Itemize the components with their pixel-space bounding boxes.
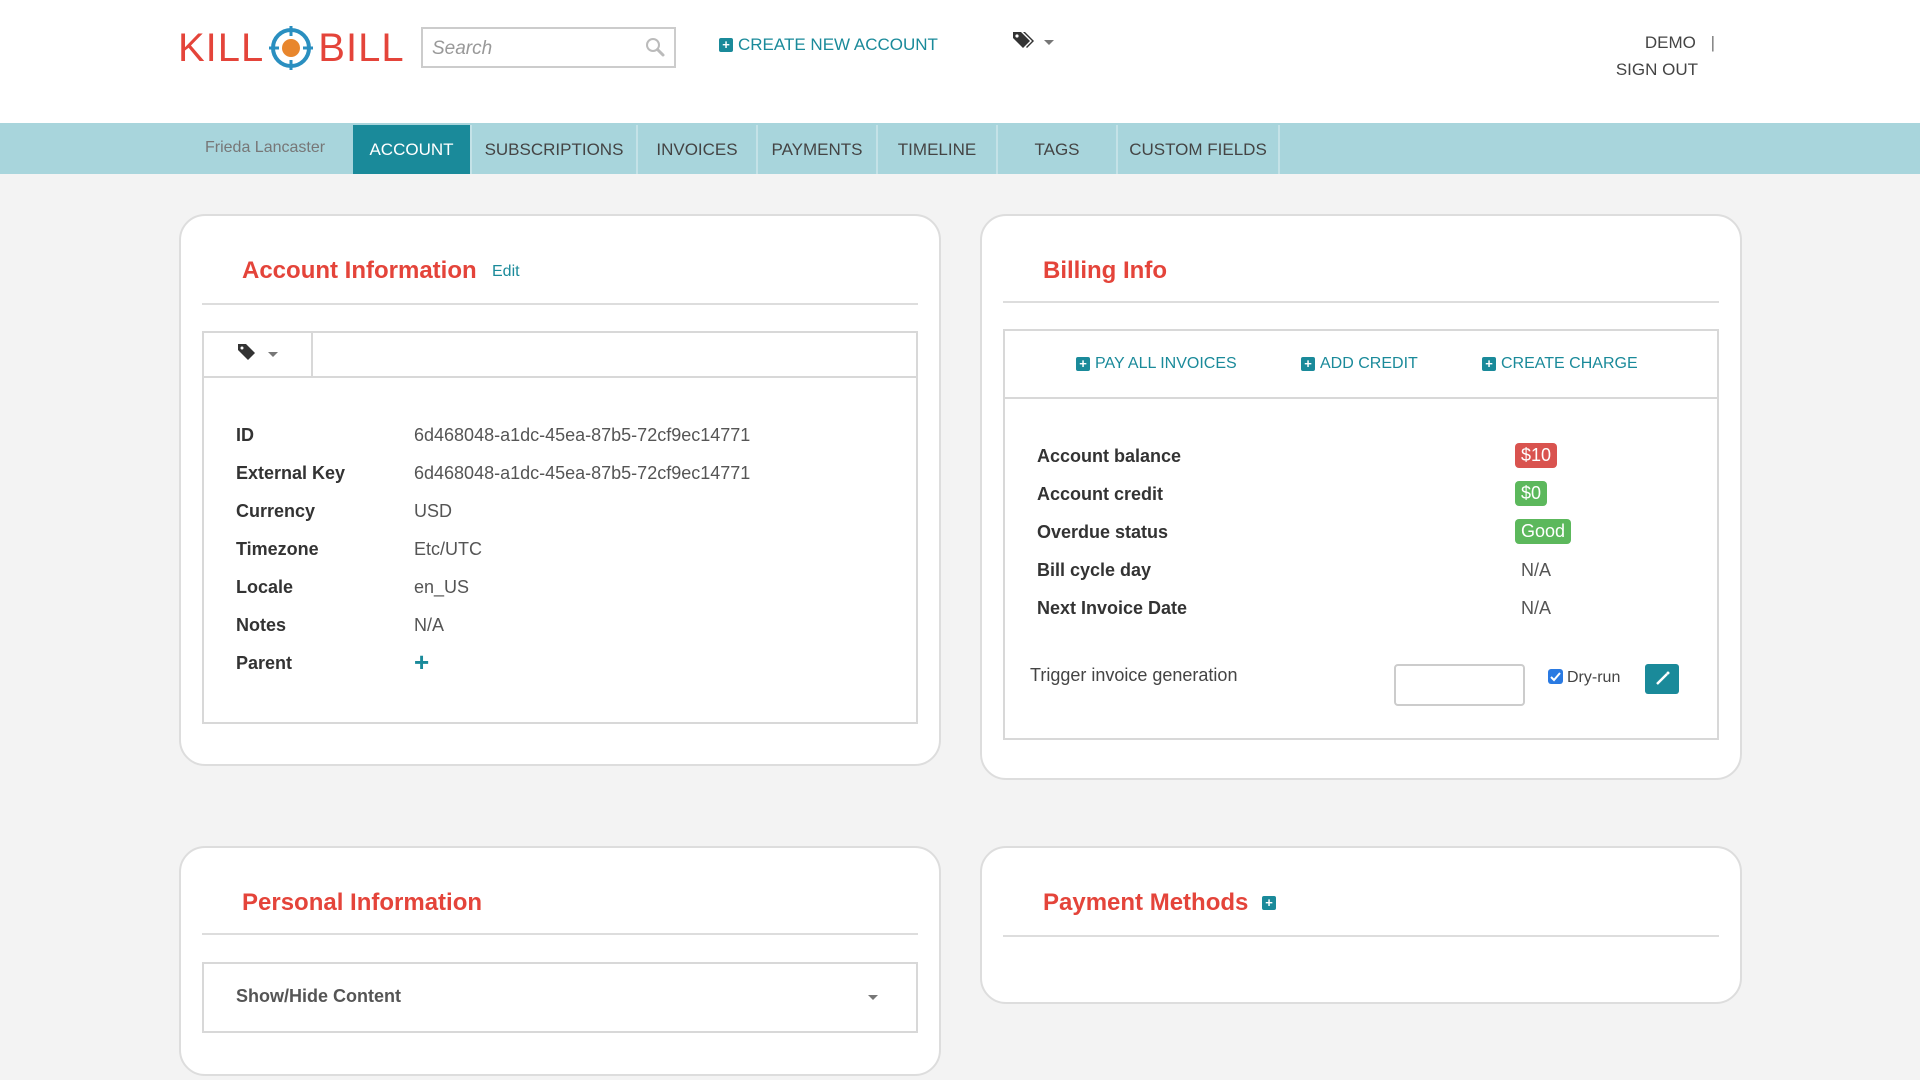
edit-account-link[interactable]: Edit (492, 263, 520, 281)
dry-run-label: Dry-run (1567, 669, 1621, 686)
tab-account[interactable]: ACCOUNT (353, 125, 472, 174)
account-credit-badge: $0 (1515, 481, 1548, 506)
sign-out-link[interactable]: SIGN OUT (1616, 60, 1698, 80)
overdue-status-label: Overdue status (1037, 522, 1169, 542)
next-invoice-date-value: N/A (1521, 598, 1552, 618)
magic-wand-icon (1654, 670, 1671, 692)
payment-methods-panel: Payment Methods + (980, 846, 1742, 1004)
show-hide-content-toggle[interactable]: Show/Hide Content (202, 962, 918, 1033)
plus-icon: + (1301, 357, 1315, 371)
account-information-title: Account Information (242, 257, 477, 284)
plus-icon: + (1076, 357, 1090, 371)
personal-information-panel: Personal Information Show/Hide Content (179, 846, 941, 1076)
pay-all-invoices-button[interactable]: + PAY ALL INVOICES (1076, 355, 1237, 373)
add-credit-button[interactable]: + ADD CREDIT (1301, 355, 1418, 373)
search-icon[interactable] (644, 36, 666, 58)
field-value-notes: N/A (414, 615, 445, 635)
tag-dropdown[interactable] (204, 333, 313, 376)
field-label-timezone: Timezone (236, 539, 319, 559)
tab-payments[interactable]: PAYMENTS (758, 125, 878, 174)
divider (202, 933, 918, 935)
account-nav-bar: Frieda Lancaster ACCOUNT SUBSCRIPTIONS I… (0, 123, 1920, 174)
field-label-currency: Currency (236, 501, 316, 521)
divider (202, 303, 918, 305)
field-value-locale: en_US (414, 577, 470, 597)
billing-details-box: + PAY ALL INVOICES + ADD CREDIT + CREATE… (1003, 329, 1719, 740)
create-charge-label: CREATE CHARGE (1501, 355, 1638, 372)
field-value-timezone: Etc/UTC (414, 539, 483, 559)
divider (1003, 301, 1719, 303)
pay-all-invoices-label: PAY ALL INVOICES (1095, 355, 1237, 372)
user-separator: | (1710, 33, 1715, 52)
overdue-status-badge: Good (1515, 519, 1572, 544)
field-value-external-key: 6d468048-a1dc-45ea-87b5-72cf9ec14771 (414, 463, 751, 483)
field-label-external-key: External Key (236, 463, 346, 483)
next-invoice-date-label: Next Invoice Date (1037, 598, 1188, 618)
target-icon (268, 25, 314, 71)
field-label-locale: Locale (236, 577, 294, 597)
add-parent-icon[interactable]: + (414, 647, 429, 678)
killbill-logo[interactable]: KILL BILL (178, 22, 405, 74)
divider (1003, 935, 1719, 937)
account-credit-label: Account credit (1037, 484, 1164, 504)
trigger-invoice-label: Trigger invoice generation (1030, 665, 1238, 685)
account-name: Frieda Lancaster (205, 139, 326, 156)
search-placeholder: Search (432, 38, 493, 59)
chevron-down-icon (868, 995, 878, 1000)
field-label-notes: Notes (236, 615, 287, 635)
tag-dropdown[interactable] (1011, 30, 1054, 55)
plus-icon: + (719, 38, 733, 52)
bill-cycle-day-value: N/A (1521, 560, 1552, 580)
bill-cycle-day-label: Bill cycle day (1037, 560, 1152, 580)
create-charge-button[interactable]: + CREATE CHARGE (1482, 355, 1638, 373)
field-value-id: 6d468048-a1dc-45ea-87b5-72cf9ec14771 (414, 425, 751, 445)
add-credit-label: ADD CREDIT (1320, 355, 1418, 372)
dry-run-checkbox[interactable] (1548, 669, 1563, 684)
tab-subscriptions[interactable]: SUBSCRIPTIONS (472, 125, 638, 174)
field-label-id: ID (236, 425, 254, 445)
tag-icon (1011, 30, 1035, 55)
top-header: KILL BILL Search + CREATE NEW ACCOUNT DE… (0, 0, 1920, 123)
create-new-account-link[interactable]: + CREATE NEW ACCOUNT (719, 35, 938, 55)
account-tabs: ACCOUNT SUBSCRIPTIONS INVOICES PAYMENTS … (353, 125, 1280, 174)
field-label-parent: Parent (236, 653, 293, 673)
personal-information-title: Personal Information (242, 889, 483, 916)
chevron-down-icon (1044, 40, 1054, 45)
add-payment-method-icon[interactable]: + (1262, 896, 1276, 910)
account-balance-label: Account balance (1037, 446, 1182, 466)
trigger-invoice-button[interactable] (1645, 664, 1679, 694)
tab-tags[interactable]: TAGS (998, 125, 1118, 174)
billing-actions-bar: + PAY ALL INVOICES + ADD CREDIT + CREATE… (1005, 331, 1717, 399)
tab-timeline[interactable]: TIMELINE (878, 125, 998, 174)
field-value-currency: USD (414, 501, 453, 521)
tags-bar (204, 333, 916, 378)
logo-text-left: KILL (178, 25, 265, 70)
tab-invoices[interactable]: INVOICES (638, 125, 758, 174)
account-information-panel: Account Information Edit ID 6d468048-a1d… (179, 214, 941, 766)
create-new-account-label: CREATE NEW ACCOUNT (738, 35, 938, 54)
show-hide-content-label: Show/Hide Content (236, 986, 401, 1006)
logo-text-right: BILL (318, 25, 405, 70)
tag-icon (237, 343, 259, 366)
account-details-box: ID 6d468048-a1dc-45ea-87b5-72cf9ec14771 … (202, 331, 918, 724)
billing-info-title: Billing Info (1043, 257, 1167, 284)
user-menu: DEMO | SIGN OUT (1616, 33, 1715, 80)
tab-custom-fields[interactable]: CUSTOM FIELDS (1118, 125, 1280, 174)
trigger-invoice-date-input[interactable] (1394, 664, 1525, 706)
plus-icon: + (1482, 357, 1496, 371)
billing-info-panel: Billing Info + PAY ALL INVOICES + ADD CR… (980, 214, 1742, 780)
username[interactable]: DEMO (1645, 33, 1696, 53)
payment-methods-title: Payment Methods (1043, 889, 1249, 916)
search-input[interactable]: Search (421, 27, 676, 68)
chevron-down-icon (268, 352, 278, 357)
account-balance-badge: $10 (1515, 443, 1558, 468)
